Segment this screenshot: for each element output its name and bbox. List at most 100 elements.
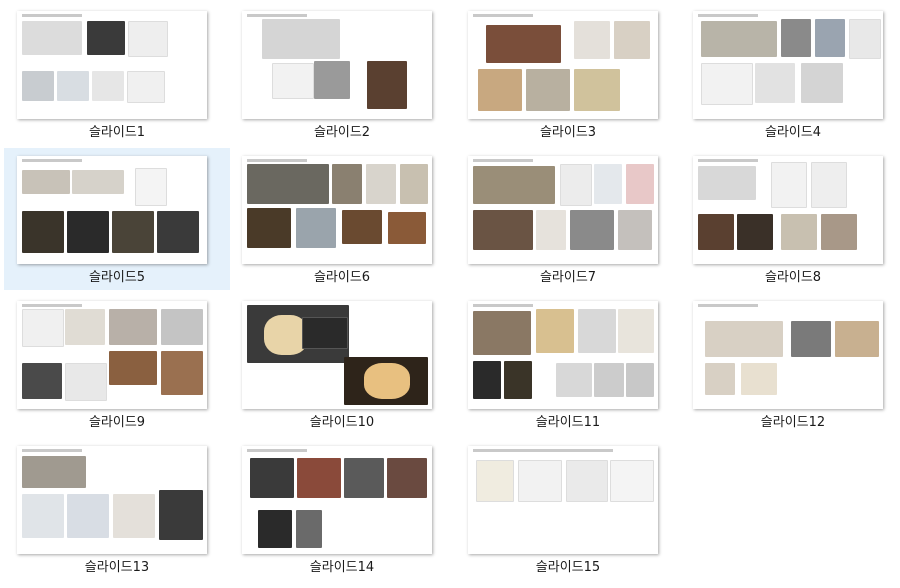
spot-light-photo	[314, 61, 350, 99]
night-photo-b	[504, 361, 532, 399]
slide-thumbnail-8[interactable]	[693, 156, 883, 264]
panel-photo-a	[560, 164, 592, 206]
pendant-photo-b	[811, 162, 847, 208]
slide-caption-8: 슬라이드8	[764, 270, 822, 285]
interior-photo-a	[22, 494, 64, 538]
arm-lamp-photo	[570, 210, 614, 250]
ceiling-photo	[22, 456, 86, 488]
ac-unit-photo	[849, 19, 881, 59]
dark-pendant-photo	[526, 69, 570, 111]
wood-pendant-photo	[478, 69, 522, 111]
wall-light-photo-a	[22, 211, 64, 253]
brick-lamp-photo	[297, 458, 341, 498]
wood-track-photo	[835, 321, 879, 357]
chandelier-photo	[22, 309, 64, 347]
cylinder-lamp-photo	[344, 458, 384, 498]
slide-header-bar	[473, 304, 533, 307]
ring-lamp-photo	[87, 21, 125, 55]
brick-wall-photo	[486, 25, 561, 63]
slide-thumbnail-11[interactable]	[468, 301, 658, 409]
slide-caption-6: 슬라이드6	[313, 270, 371, 285]
slide-tile-9[interactable]: 슬라이드9	[4, 293, 230, 435]
chrome-lamp-photo	[578, 309, 616, 353]
slide-caption-4: 슬라이드4	[764, 125, 822, 140]
text-box	[302, 317, 348, 349]
artichoke-lamp-photo	[574, 69, 620, 111]
slide-thumbnail-10[interactable]	[242, 301, 432, 409]
brick-wall-photo	[387, 458, 427, 498]
slide-tile-3[interactable]: 슬라이드3	[455, 3, 681, 145]
window-room-photo	[247, 164, 329, 204]
slide-caption-7: 슬라이드7	[539, 270, 597, 285]
slide-thumbnail-3[interactable]	[468, 11, 658, 119]
slide-caption-14: 슬라이드14	[309, 560, 375, 575]
slide-thumbnail-14[interactable]	[242, 446, 432, 554]
slide-header-bar	[247, 159, 307, 162]
night-photo-a	[473, 361, 501, 399]
slide-header-bar	[22, 449, 82, 452]
brass-lamp-photo	[536, 309, 574, 353]
building-photo	[473, 311, 531, 355]
slide-thumbnail-1[interactable]	[17, 11, 207, 119]
lamp-photo	[65, 309, 105, 345]
window-photo	[473, 210, 533, 250]
slide-tile-13[interactable]: 슬라이드13	[4, 438, 230, 580]
dining-photo-b	[821, 214, 857, 250]
room-photo	[473, 166, 555, 204]
pendant-photo-b	[614, 21, 650, 59]
sphere-lamp-photo	[161, 309, 203, 345]
slide-tile-8[interactable]: 슬라이드8	[680, 148, 900, 290]
lantern-photo	[258, 510, 292, 548]
dining-photo	[109, 351, 157, 385]
slide-thumbnail-7[interactable]	[468, 156, 658, 264]
slide-caption-2: 슬라이드2	[313, 125, 371, 140]
wall-lamp-photo	[815, 19, 845, 57]
slide-thumbnail-6[interactable]	[242, 156, 432, 264]
room-photo	[161, 351, 203, 395]
people-photo	[109, 309, 157, 345]
ceiling-photo	[705, 321, 783, 357]
interior-photo-b	[67, 494, 109, 538]
slide-header-bar	[473, 159, 533, 162]
wall-photo-a	[22, 170, 70, 194]
slide-tile-15[interactable]: 슬라이드15	[455, 438, 681, 580]
slide-tile-10[interactable]: 슬라이드10	[229, 293, 455, 435]
slide-tile-11[interactable]: 슬라이드11	[455, 293, 681, 435]
slide-caption-13: 슬라이드13	[84, 560, 150, 575]
geometric-lamp-photo	[113, 494, 155, 538]
slide-thumbnail-2[interactable]	[242, 11, 432, 119]
slide-thumbnail-15[interactable]	[468, 446, 658, 554]
slide-tile-12[interactable]: 슬라이드12	[680, 293, 900, 435]
red-box-photo	[626, 164, 654, 204]
slide-thumbnail-9[interactable]	[17, 301, 207, 409]
slide-tile-14[interactable]: 슬라이드14	[229, 438, 455, 580]
white-sphere-photo	[65, 363, 107, 401]
wall-light-photo-d	[157, 211, 199, 253]
slide-header-bar	[247, 449, 307, 452]
wall-light-photo-b	[67, 211, 109, 253]
slide-caption-9: 슬라이드9	[88, 415, 146, 430]
slide-thumbnail-12[interactable]	[693, 301, 883, 409]
wall-lamp-photo	[618, 309, 654, 353]
slide-tile-5[interactable]: 슬라이드5	[4, 148, 230, 290]
slide-thumbnail-5[interactable]	[17, 156, 207, 264]
philips-sphere-photo	[22, 363, 62, 399]
slide-thumbnail-13[interactable]	[17, 446, 207, 554]
slide-header-bar	[473, 14, 533, 17]
cone-lamp-photo	[626, 363, 654, 397]
slide-thumbnail-4[interactable]	[693, 11, 883, 119]
slide-tile-1[interactable]: 슬라이드1	[4, 3, 230, 145]
slide-caption-12: 슬라이드12	[760, 415, 826, 430]
slide-caption-5: 슬라이드5	[88, 270, 146, 285]
pendant-photo-b	[741, 363, 777, 395]
spot-bar-photo	[135, 168, 167, 206]
slide-tile-7[interactable]: 슬라이드7	[455, 148, 681, 290]
lamp-photo	[618, 210, 652, 250]
panel-photo-b	[57, 71, 89, 101]
slide-tile-6[interactable]: 슬라이드6	[229, 148, 455, 290]
black-lamp-photo-b	[594, 363, 624, 397]
slide-tile-2[interactable]: 슬라이드2	[229, 3, 455, 145]
slide-tile-4[interactable]: 슬라이드4	[680, 3, 900, 145]
pendant-photo	[128, 21, 168, 57]
cone-lamp-photo	[366, 164, 396, 204]
